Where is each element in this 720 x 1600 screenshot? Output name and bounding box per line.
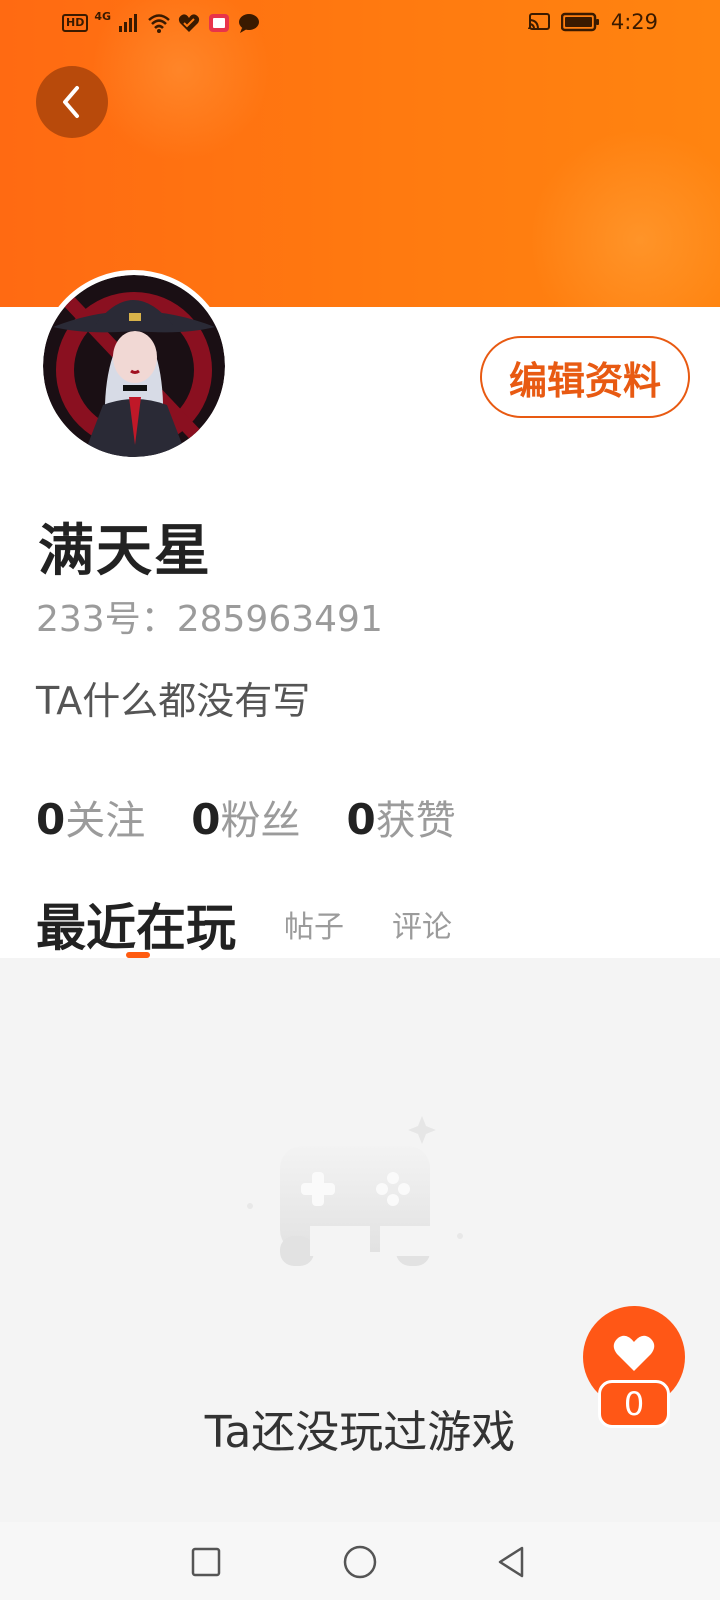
status-bar-left: HD 4G xyxy=(62,9,261,34)
avatar[interactable] xyxy=(38,270,230,462)
stat-likes[interactable]: 0 获赞 xyxy=(346,788,455,846)
like-count-badge: 0 xyxy=(598,1380,670,1428)
signal-icon xyxy=(119,14,138,32)
user-bio: TA什么都没有写 xyxy=(36,679,311,723)
tab-content-area: Ta还没玩过游戏 xyxy=(0,958,720,1522)
stat-following-count: 0 xyxy=(36,795,66,844)
stat-likes-label: 获赞 xyxy=(375,798,456,844)
tab-recently-played[interactable]: 最近在玩 xyxy=(36,898,236,958)
stats-row: 0 关注 0 粉丝 0 获赞 xyxy=(36,788,502,846)
profile-header-banner: HD 4G 4:29 xyxy=(0,0,720,307)
avatar-image xyxy=(43,275,225,457)
edit-profile-button[interactable]: 编辑资料 xyxy=(480,336,690,418)
stat-followers-count: 0 xyxy=(191,795,221,844)
chevron-left-icon xyxy=(63,86,79,118)
tab-comments[interactable]: 评论 xyxy=(392,906,452,958)
triangle-back-icon[interactable] xyxy=(492,1542,532,1582)
battery-icon xyxy=(560,12,599,32)
heart-app-icon xyxy=(178,14,200,32)
wifi-icon xyxy=(148,14,170,33)
stat-following[interactable]: 0 关注 xyxy=(36,788,145,846)
back-button[interactable] xyxy=(36,66,108,138)
message-app-icon xyxy=(239,14,260,33)
status-bar: HD 4G 4:29 xyxy=(0,0,720,48)
profile-tabs: 最近在玩 帖子 评论 xyxy=(36,878,452,958)
heart-icon xyxy=(613,1335,655,1371)
stat-followers[interactable]: 0 粉丝 xyxy=(191,788,300,846)
square-icon[interactable] xyxy=(186,1542,226,1582)
tab-posts[interactable]: 帖子 xyxy=(284,906,344,958)
network-type-badge: 4G xyxy=(94,9,112,23)
circle-icon[interactable] xyxy=(340,1542,380,1582)
user-id: 233号：285963491 xyxy=(36,599,383,640)
profile-page: HD 4G 4:29 编辑资料 满天星 233号：285963491 TA什么都… xyxy=(0,0,720,1600)
book-app-icon xyxy=(209,14,230,32)
status-bar-right: 4:29 xyxy=(527,10,658,34)
cast-icon xyxy=(527,13,550,30)
hd-badge: HD xyxy=(62,14,89,32)
stat-likes-count: 0 xyxy=(346,795,376,844)
system-nav-bar xyxy=(0,1522,720,1600)
stat-following-label: 关注 xyxy=(65,798,146,844)
stat-followers-label: 粉丝 xyxy=(220,798,301,844)
clock-time: 4:29 xyxy=(610,10,658,34)
username: 满天星 xyxy=(38,519,212,584)
gamepad-icon xyxy=(247,1116,463,1266)
